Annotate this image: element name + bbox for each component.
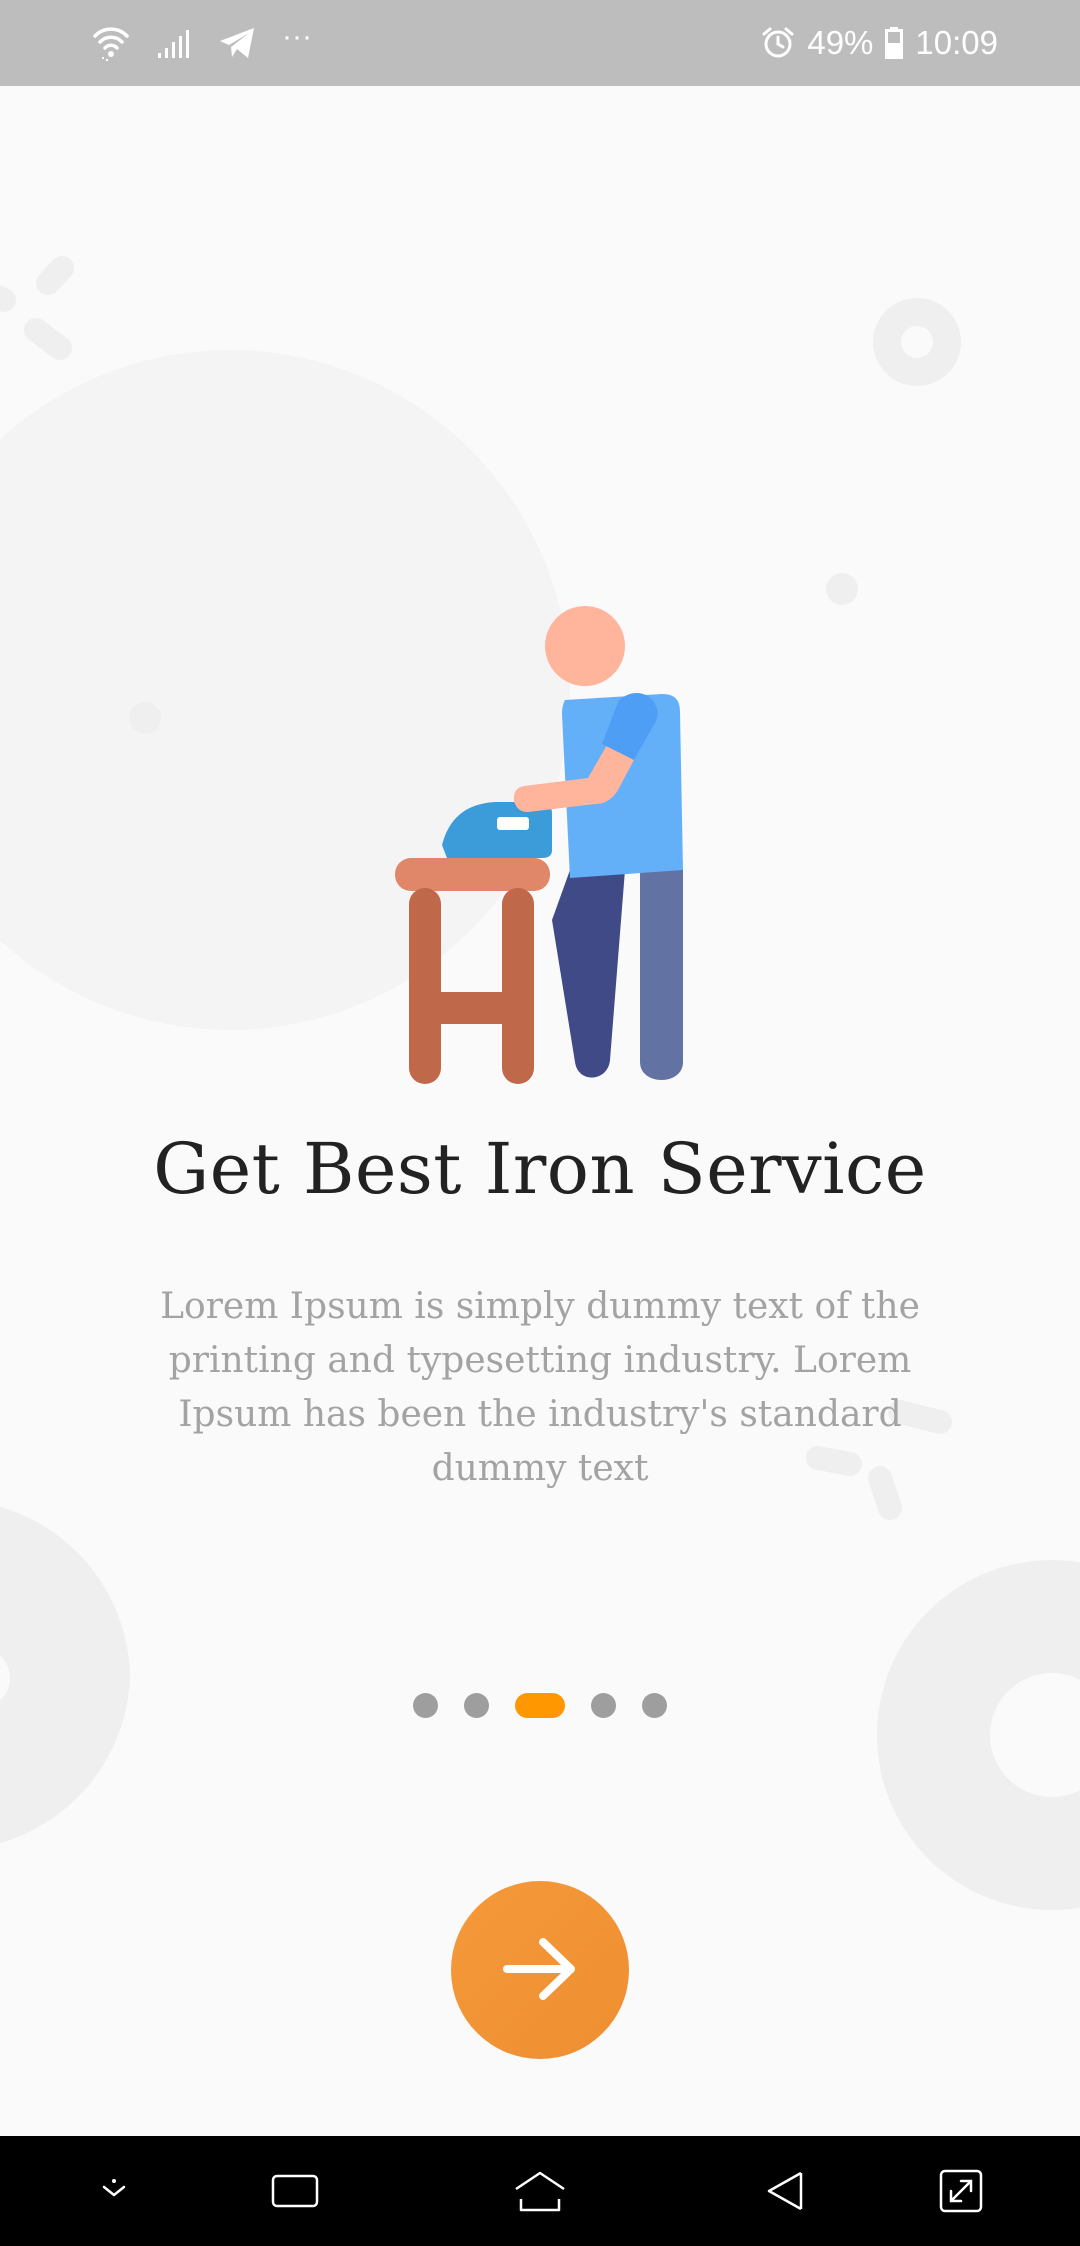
status-bar-right: 49% 10:09 [761, 20, 998, 66]
page-indicator-dot-3-active[interactable] [515, 1692, 565, 1718]
page-indicator [0, 1692, 1080, 1718]
home-icon[interactable] [505, 2156, 575, 2226]
page-indicator-dot-2[interactable] [464, 1692, 489, 1718]
next-button[interactable] [451, 1881, 629, 2059]
status-bar-left: ··· [92, 20, 312, 66]
navigation-bar [0, 2136, 1080, 2246]
battery-icon [885, 27, 904, 59]
arrow-right-icon [501, 1936, 579, 2005]
signal-icon [156, 27, 192, 59]
battery-percent: 49% [807, 24, 874, 61]
background-decoration [0, 256, 1080, 1910]
page-indicator-dot-5[interactable] [642, 1692, 667, 1718]
page-description: Lorem Ipsum is simply dummy text of the … [160, 1286, 920, 1489]
more-notifications-indicator: ··· [282, 20, 312, 53]
page-indicator-dot-1[interactable] [413, 1692, 438, 1718]
expand-icon[interactable] [926, 2156, 996, 2226]
page-title: Get Best Iron Service [153, 1128, 927, 1210]
wifi-icon [92, 24, 130, 62]
telegram-icon [218, 26, 256, 60]
recent-apps-icon[interactable] [260, 2156, 330, 2226]
collapse-icon[interactable] [79, 2156, 149, 2226]
status-bar: ··· 49% 10:09 [0, 0, 1080, 86]
page-indicator-dot-4[interactable] [591, 1692, 616, 1718]
back-icon[interactable] [750, 2156, 820, 2226]
alarm-icon [761, 26, 795, 60]
person-ironing-illustration [395, 606, 683, 1084]
clock: 10:09 [915, 24, 998, 61]
